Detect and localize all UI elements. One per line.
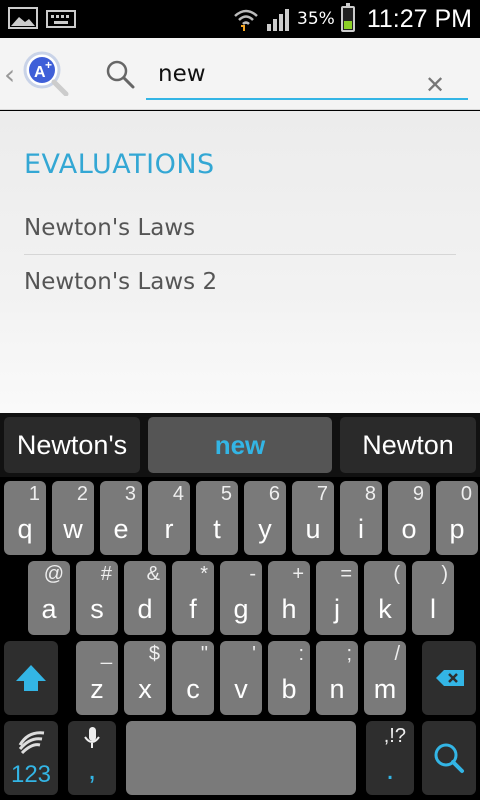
- search-input[interactable]: [146, 52, 468, 96]
- app-logo-icon[interactable]: A +: [22, 48, 70, 96]
- shift-arrow-icon: [16, 665, 46, 691]
- key-s[interactable]: # s: [76, 561, 118, 635]
- space-key[interactable]: [126, 721, 356, 795]
- status-bar: 35% 11:27 PM: [0, 0, 480, 38]
- backspace-icon: [436, 670, 464, 686]
- search-icon: [106, 60, 135, 89]
- key-o[interactable]: 9o: [388, 481, 430, 555]
- key-d[interactable]: & d: [124, 561, 166, 635]
- key-q[interactable]: 1q: [4, 481, 46, 555]
- suggestion-item[interactable]: Newton's: [4, 417, 140, 473]
- key-l[interactable]: ) l: [412, 561, 454, 635]
- status-time: 11:27 PM: [366, 4, 472, 33]
- suggestion-item-primary[interactable]: new: [148, 417, 332, 473]
- backspace-key[interactable]: [422, 641, 476, 715]
- key-j[interactable]: = j: [316, 561, 358, 635]
- search-key[interactable]: [422, 721, 476, 795]
- result-item[interactable]: Newton's Laws: [24, 201, 456, 255]
- result-list: Newton's Laws Newton's Laws 2: [24, 201, 456, 309]
- key-f[interactable]: * f: [172, 561, 214, 635]
- microphone-icon: [84, 727, 100, 748]
- key-b[interactable]: :b: [268, 641, 310, 715]
- key-y[interactable]: 6y: [244, 481, 286, 555]
- wifi-icon: [234, 9, 258, 31]
- key-u[interactable]: 7u: [292, 481, 334, 555]
- key-r[interactable]: 4r: [148, 481, 190, 555]
- key-g[interactable]: -g: [220, 561, 262, 635]
- key-t[interactable]: 5t: [196, 481, 238, 555]
- keyboard: Newton's new Newton 1q 2w 3e 4r 5t 6y 7u…: [0, 413, 480, 800]
- shift-key[interactable]: [4, 641, 58, 715]
- clear-icon[interactable]: ✕: [422, 72, 448, 98]
- search-field: ✕: [146, 52, 468, 100]
- key-z[interactable]: _ z: [76, 641, 118, 715]
- swiftkey-logo-icon: [18, 731, 45, 755]
- key-k[interactable]: (k: [364, 561, 406, 635]
- key-c[interactable]: " c: [172, 641, 214, 715]
- search-key-icon: [434, 743, 464, 773]
- section-header: EVALUATIONS: [24, 149, 215, 180]
- signal-icon: [267, 9, 290, 31]
- key-n[interactable]: ; n: [316, 641, 358, 715]
- numbers-key[interactable]: 123: [4, 721, 58, 795]
- suggestion-item[interactable]: Newton: [340, 417, 476, 473]
- keyboard-icon: [46, 10, 76, 28]
- suggestion-bar: Newton's new Newton: [0, 413, 480, 477]
- key-p[interactable]: 0p: [436, 481, 478, 555]
- comma-key[interactable]: ,: [68, 721, 116, 795]
- svg-text:+: +: [45, 58, 52, 72]
- key-x[interactable]: $ x: [124, 641, 166, 715]
- key-v[interactable]: ' v: [220, 641, 262, 715]
- battery-icon: [340, 3, 355, 32]
- period-key[interactable]: ,!? .: [366, 721, 414, 795]
- back-chevron-icon[interactable]: ‹: [4, 58, 15, 91]
- key-h[interactable]: + h: [268, 561, 310, 635]
- image-icon: [8, 7, 38, 29]
- key-m[interactable]: / m: [364, 641, 406, 715]
- key-w[interactable]: 2w: [52, 481, 94, 555]
- battery-percentage: 35%: [297, 9, 335, 29]
- key-a[interactable]: @ a: [28, 561, 70, 635]
- result-item[interactable]: Newton's Laws 2: [24, 255, 456, 309]
- key-i[interactable]: 8i: [340, 481, 382, 555]
- key-e[interactable]: 3e: [100, 481, 142, 555]
- action-bar: ‹ A + ✕: [0, 38, 480, 110]
- results-panel: EVALUATIONS Newton's Laws Newton's Laws …: [0, 111, 480, 413]
